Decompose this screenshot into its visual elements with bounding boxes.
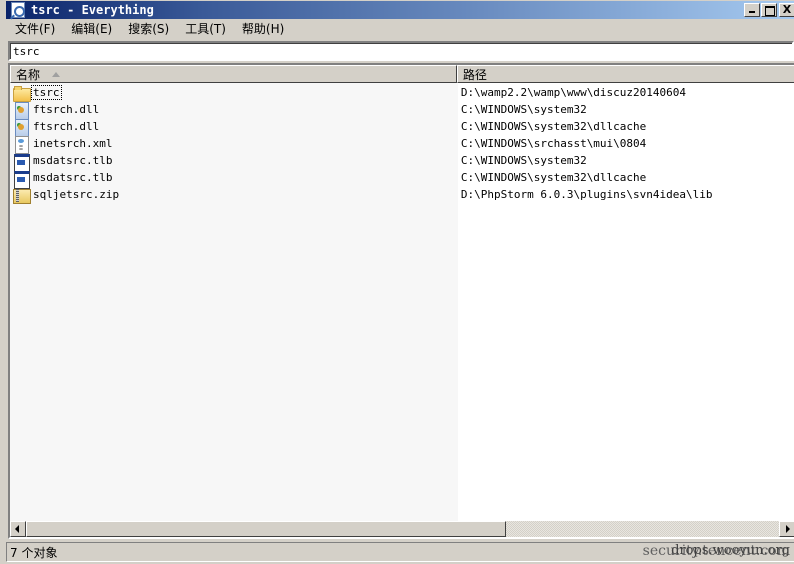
list-item[interactable]: tsrc D:\wamp2.2\wamp\www\discuz20140604 xyxy=(10,84,794,102)
file-name: msdatsrc.tlb xyxy=(33,171,113,184)
results-list: 名称 路径 tsrc D:\wamp2.2\wamp\www\discuz201… xyxy=(8,63,794,539)
path-cell: C:\WINDOWS\system32 xyxy=(460,103,587,116)
tlb-icon xyxy=(13,153,30,172)
name-cell: msdatsrc.tlb xyxy=(10,152,457,172)
scroll-right-button[interactable] xyxy=(779,521,794,537)
name-cell: sqljetsrc.zip xyxy=(10,186,457,204)
path-cell: C:\WINDOWS\srchasst\mui\0804 xyxy=(460,137,647,150)
file-name: ftsrch.dll xyxy=(33,103,100,116)
scroll-left-button[interactable] xyxy=(10,521,26,537)
dll-icon xyxy=(13,118,29,137)
dll-icon xyxy=(13,101,29,120)
sort-ascending-icon xyxy=(52,71,61,77)
close-button[interactable]: X xyxy=(779,3,794,17)
window-title: tsrc - Everything xyxy=(31,3,154,17)
close-icon: X xyxy=(782,3,792,16)
horizontal-scrollbar[interactable] xyxy=(10,521,794,537)
status-text: 7 个对象 xyxy=(10,545,58,560)
everything-window: tsrc - Everything X 文件(F) 编辑(E) 搜索(S) 工具… xyxy=(0,0,794,564)
path-cell: C:\WINDOWS\system32 xyxy=(460,154,587,167)
name-cell: inetsrch.xml xyxy=(10,135,457,154)
file-name: ftsrch.dll xyxy=(33,120,100,133)
menu-file[interactable]: 文件(F) xyxy=(9,20,61,38)
name-cell: tsrc xyxy=(10,84,457,102)
everything-app-icon[interactable] xyxy=(11,2,25,18)
list-item[interactable]: ftsrch.dll C:\WINDOWS\system32 xyxy=(10,101,794,120)
maximize-button[interactable] xyxy=(761,3,777,17)
folder-icon xyxy=(13,85,31,102)
title-bar[interactable]: tsrc - Everything X xyxy=(6,1,794,19)
file-name: sqljetsrc.zip xyxy=(33,188,120,201)
search-input[interactable] xyxy=(10,43,792,59)
path-cell: D:\wamp2.2\wamp\www\discuz20140604 xyxy=(460,86,687,99)
path-cell: C:\WINDOWS\system32\dllcache xyxy=(460,120,647,133)
path-cell: C:\WINDOWS\system32\dllcache xyxy=(460,171,647,184)
menu-bar: 文件(F) 编辑(E) 搜索(S) 工具(T) 帮助(H) xyxy=(6,19,794,39)
column-header-name-label: 名称 xyxy=(16,67,41,82)
menu-tools[interactable]: 工具(T) xyxy=(179,20,232,38)
file-name: msdatsrc.tlb xyxy=(33,154,113,167)
minimize-button[interactable] xyxy=(744,3,760,17)
column-header-path[interactable]: 路径 xyxy=(456,65,794,83)
menu-edit[interactable]: 编辑(E) xyxy=(65,20,118,38)
list-item[interactable]: msdatsrc.tlb C:\WINDOWS\system32 xyxy=(10,152,794,172)
list-item[interactable]: sqljetsrc.zip D:\PhpStorm 6.0.3\plugins\… xyxy=(10,186,794,204)
window-controls: X xyxy=(743,3,794,17)
watermark: security.tencent.com drops.wooyun.org xyxy=(643,543,790,559)
zip-icon xyxy=(13,187,31,204)
list-item[interactable]: ftsrch.dll C:\WINDOWS\system32\dllcache xyxy=(10,118,794,137)
name-cell: msdatsrc.tlb xyxy=(10,169,457,189)
tlb-icon xyxy=(13,170,30,189)
column-header-name[interactable]: 名称 xyxy=(10,65,457,83)
search-box xyxy=(8,41,794,61)
list-item[interactable]: inetsrch.xml C:\WINDOWS\srchasst\mui\080… xyxy=(10,135,794,154)
name-cell: ftsrch.dll xyxy=(10,118,457,137)
scrollbar-thumb[interactable] xyxy=(26,521,506,537)
column-header-path-label: 路径 xyxy=(462,67,487,82)
result-rows: tsrc D:\wamp2.2\wamp\www\discuz20140604 … xyxy=(10,84,794,204)
path-cell: D:\PhpStorm 6.0.3\plugins\svn4idea\lib xyxy=(460,188,713,201)
menu-help[interactable]: 帮助(H) xyxy=(236,20,290,38)
xml-icon xyxy=(13,135,29,154)
name-cell: ftsrch.dll xyxy=(10,101,457,120)
list-item[interactable]: msdatsrc.tlb C:\WINDOWS\system32\dllcach… xyxy=(10,169,794,189)
watermark-text-2: drops.wooyun.org xyxy=(671,543,790,558)
menu-search[interactable]: 搜索(S) xyxy=(122,20,175,38)
file-name: inetsrch.xml xyxy=(33,137,113,150)
list-header: 名称 路径 xyxy=(10,65,794,83)
file-name: tsrc xyxy=(31,85,62,100)
